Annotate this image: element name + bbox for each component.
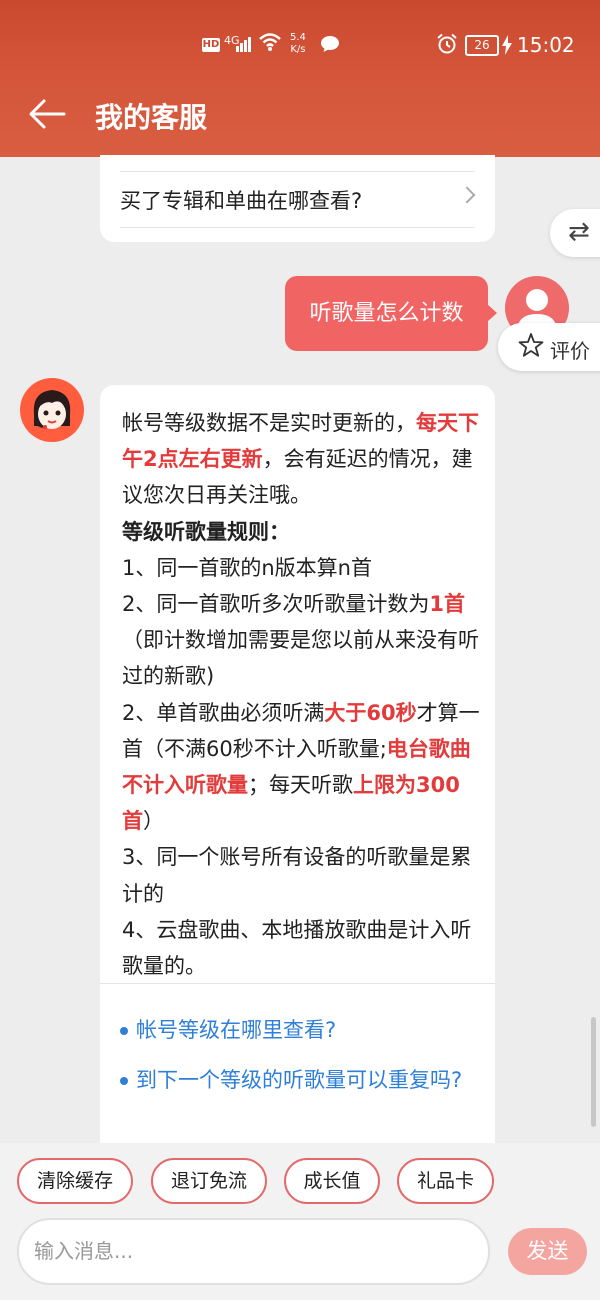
quick-action-unsubscribe-free-data[interactable]: 退订免流 — [151, 1158, 267, 1204]
net-speed: 5.4 K/s — [290, 32, 306, 55]
clock: 15:02 — [517, 33, 575, 57]
chevron-right-icon[interactable] — [458, 186, 476, 204]
rate-label: 评价 — [550, 339, 590, 363]
bottom-bar: 清除缓存 退订免流 成长值 礼品卡 输入消息... 发送 — [0, 1143, 600, 1300]
battery-icon: 26 — [465, 35, 499, 56]
swap-icon[interactable]: ⇄ — [550, 209, 600, 257]
answer-card: 帐号等级数据不是实时更新的，每天下午2点左右更新，会有延迟的情况，建议您次日再关… — [100, 385, 495, 1165]
charging-icon — [502, 35, 512, 55]
agent-face-icon — [33, 390, 71, 429]
star-icon — [518, 333, 544, 357]
quick-action-clear-cache[interactable]: 清除缓存 — [17, 1158, 133, 1204]
agent-avatar — [20, 378, 84, 442]
alarm-icon — [437, 33, 457, 54]
status-bar: HD 4G 5.4 K/s 26 15:02 — [0, 30, 600, 60]
message-input[interactable]: 输入消息... — [17, 1218, 490, 1285]
hd-icon: HD — [202, 38, 220, 52]
prev-question-card: 买了专辑和单曲在哪查看? — [100, 155, 495, 242]
page-title: 我的客服 — [95, 101, 208, 134]
scrollbar[interactable] — [591, 1017, 596, 1127]
answer-text: 帐号等级数据不是实时更新的，每天下午2点左右更新，会有延迟的情况，建议您次日再关… — [122, 411, 480, 979]
back-arrow-icon[interactable] — [28, 96, 66, 132]
quick-action-gift-card[interactable]: 礼品卡 — [397, 1158, 494, 1204]
prev-question-link[interactable]: 买了专辑和单曲在哪查看? — [120, 185, 362, 215]
wifi-icon — [259, 33, 281, 51]
related-question-link[interactable]: 到下一个等级的听歌量可以重复吗? — [120, 1062, 475, 1098]
message-icon — [321, 36, 339, 52]
related-question-link[interactable]: 帐号等级在哪里查看? — [120, 1012, 475, 1048]
quick-action-growth-value[interactable]: 成长值 — [284, 1158, 380, 1204]
send-button[interactable]: 发送 — [508, 1228, 587, 1275]
rate-button[interactable]: 评价 — [498, 323, 600, 371]
app-header: HD 4G 5.4 K/s 26 15:02 我的客服 — [0, 0, 600, 157]
user-message-bubble: 听歌量怎么计数 — [285, 276, 497, 351]
